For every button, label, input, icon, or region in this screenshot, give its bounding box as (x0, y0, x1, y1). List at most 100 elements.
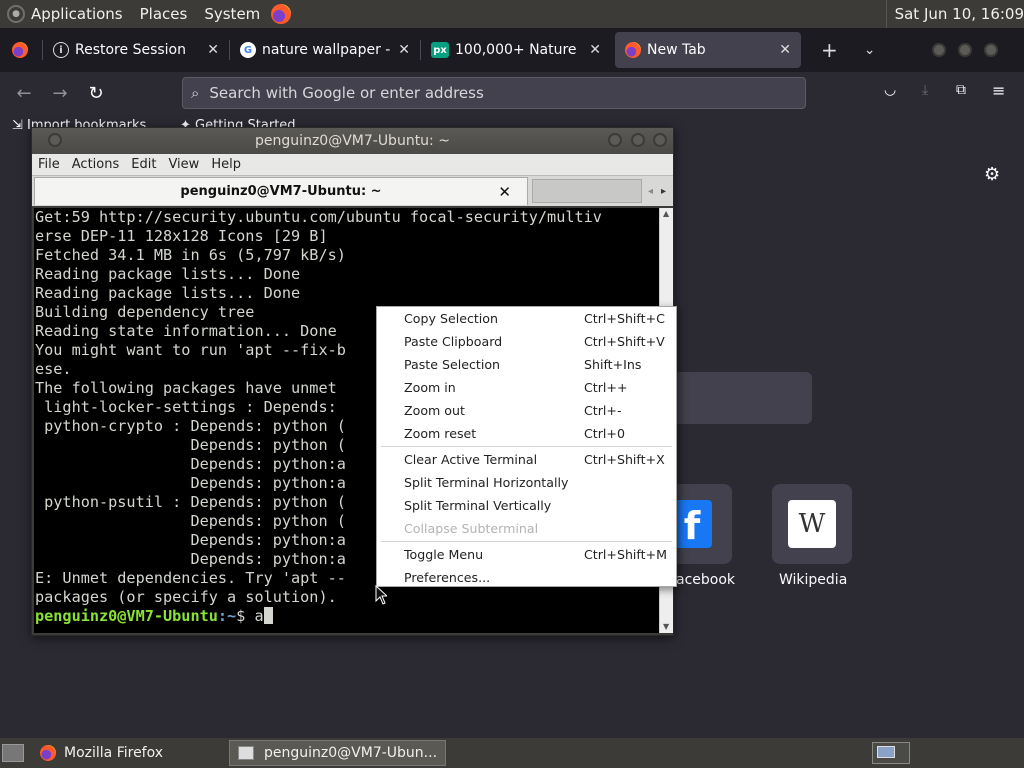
close-tab-icon[interactable]: ✕ (589, 42, 601, 58)
taskbar-item-terminal[interactable]: penguinz0@VM7-Ubun... (229, 740, 447, 766)
terminal-menubar: File Actions Edit View Help (32, 154, 673, 176)
terminal-line: Reading package lists... Done (35, 265, 301, 283)
reload-icon[interactable]: ↻ (78, 83, 114, 104)
menu-places[interactable]: Places (140, 5, 188, 23)
tab-title: 100,000+ Nature Wa (455, 42, 581, 58)
tab-new-tab[interactable]: New Tab ✕ (615, 32, 801, 68)
menu-item-label: Preferences... (404, 570, 491, 585)
tab-scroll-right-icon[interactable]: ▸ (661, 186, 666, 197)
menu-item-shortcut: Ctrl+Shift+C (584, 311, 665, 326)
wikipedia-icon: W (788, 500, 836, 548)
menu-applications[interactable]: Applications (31, 5, 123, 23)
top-panel: ● Applications Places System Sat Jun 10,… (0, 0, 1024, 28)
tab-nature-wallpaper[interactable]: G nature wallpaper - C ✕ (230, 32, 420, 68)
menu-item-clear-active-terminal[interactable]: Clear Active Terminal Ctrl+Shift+X (377, 448, 676, 471)
search-icon: ⌕ (191, 84, 200, 102)
menu-item-split-vertically[interactable]: Split Terminal Vertically (377, 494, 676, 517)
maximize-window-icon[interactable] (957, 43, 972, 57)
menu-item-split-horizontally[interactable]: Split Terminal Horizontally (377, 471, 676, 494)
show-desktop-icon[interactable] (2, 744, 24, 762)
extensions-icon[interactable]: ⧉ (956, 82, 966, 98)
taskbar-item-firefox[interactable]: Mozilla Firefox (32, 740, 171, 766)
menu-item-label: Clear Active Terminal (404, 452, 538, 467)
mouse-pointer-icon (375, 585, 387, 605)
downloads-icon[interactable]: ⤓ (922, 82, 928, 98)
settings-gear-icon[interactable]: ⚙ (984, 164, 1000, 185)
forward-arrow-icon[interactable]: → (42, 83, 78, 104)
menu-separator (381, 541, 672, 542)
close-tab-icon[interactable]: ✕ (779, 42, 791, 58)
tab-title: New Tab (647, 42, 706, 58)
shortcut-label: Wikipedia (779, 572, 848, 588)
menu-item-zoom-out[interactable]: Zoom out Ctrl+- (377, 399, 676, 422)
tab-title: Restore Session (75, 42, 186, 58)
close-tab-icon[interactable]: ✕ (398, 42, 410, 58)
menu-view[interactable]: View (162, 157, 205, 172)
scroll-down-icon[interactable]: ▼ (663, 622, 669, 631)
pocket-icon[interactable]: ◡ (884, 82, 896, 98)
close-tab-icon[interactable]: ✕ (498, 183, 511, 201)
terminal-titlebar[interactable]: penguinz0@VM7-Ubuntu: ~ (32, 128, 673, 154)
firefox-view-icon[interactable] (12, 42, 28, 58)
close-window-icon[interactable] (983, 43, 998, 57)
firefox-icon (625, 42, 641, 58)
menu-item-shortcut: Ctrl++ (584, 380, 628, 395)
terminal-tabbar: penguinz0@VM7-Ubuntu: ~ ✕ ◂ ▸ (32, 176, 673, 206)
menu-help[interactable]: Help (205, 157, 247, 172)
new-tab-plus-icon[interactable]: + (821, 38, 838, 62)
clock[interactable]: Sat Jun 10, 16:09 (885, 0, 1024, 28)
tab-pexels[interactable]: px 100,000+ Nature Wa ✕ (421, 32, 611, 68)
prompt-symbol: $ (236, 607, 255, 625)
address-bar[interactable]: ⌕ Search with Google or enter address (182, 77, 806, 109)
menu-item-preferences[interactable]: Preferences... (377, 566, 676, 589)
menu-item-toggle-menu[interactable]: Toggle Menu Ctrl+Shift+M (377, 543, 676, 566)
gnome-logo-icon[interactable]: ● (7, 5, 25, 23)
menu-actions[interactable]: Actions (66, 157, 126, 172)
terminal-tab[interactable]: penguinz0@VM7-Ubuntu: ~ ✕ (34, 177, 528, 205)
menu-item-copy-selection[interactable]: Copy Selection Ctrl+Shift+C (377, 307, 676, 330)
menu-item-label: Copy Selection (404, 311, 498, 326)
menu-item-zoom-reset[interactable]: Zoom reset Ctrl+0 (377, 422, 676, 445)
terminal-line: erse DEP-11 128x128 Icons [29 B] (35, 227, 328, 245)
google-icon: G (240, 42, 256, 58)
menu-item-label: Toggle Menu (404, 547, 484, 562)
firefox-icon (40, 745, 56, 761)
menu-item-collapse-subterminal: Collapse Subterminal (377, 517, 676, 540)
shortcut-wikipedia-tile[interactable]: W (772, 484, 852, 564)
tab-scroll-left-icon[interactable]: ◂ (648, 186, 653, 197)
menu-file[interactable]: File (32, 157, 66, 172)
menu-item-zoom-in[interactable]: Zoom in Ctrl++ (377, 376, 676, 399)
menu-item-shortcut: Ctrl+Shift+V (584, 334, 665, 349)
firefox-launcher-icon[interactable] (271, 4, 292, 24)
hamburger-menu-icon[interactable]: ≡ (992, 81, 1005, 100)
menu-separator (381, 446, 672, 447)
prompt-user: penguinz0@VM7-Ubuntu (35, 607, 218, 625)
menu-item-label: Paste Clipboard (404, 334, 503, 349)
prompt-path: :~ (217, 607, 237, 625)
menu-system[interactable]: System (204, 5, 260, 23)
close-tab-icon[interactable]: ✕ (207, 42, 219, 58)
terminal-tab-title: penguinz0@VM7-Ubuntu: ~ (180, 184, 382, 199)
back-arrow-icon[interactable]: ← (6, 83, 42, 104)
window-menu-icon[interactable] (48, 133, 62, 147)
workspace-switcher-icon[interactable] (872, 742, 910, 764)
menu-item-label: Zoom reset (404, 426, 477, 441)
menu-item-paste-clipboard[interactable]: Paste Clipboard Ctrl+Shift+V (377, 330, 676, 353)
menu-item-label: Zoom in (404, 380, 456, 395)
pexels-icon: px (431, 42, 449, 58)
maximize-window-icon[interactable] (630, 133, 645, 147)
close-window-icon[interactable] (653, 133, 667, 147)
menu-edit[interactable]: Edit (125, 157, 162, 172)
menu-item-shortcut: Shift+Ins (584, 357, 642, 372)
terminal-window-title: penguinz0@VM7-Ubuntu: ~ (255, 133, 450, 149)
menu-item-label: Split Terminal Horizontally (404, 475, 569, 490)
scroll-up-icon[interactable]: ▲ (663, 209, 669, 218)
terminal-prompt-line: penguinz0@VM7-Ubuntu:~$ a (34, 607, 659, 626)
tab-restore-session[interactable]: i Restore Session ✕ (43, 32, 229, 68)
address-placeholder: Search with Google or enter address (209, 84, 484, 102)
menu-item-paste-selection[interactable]: Paste Selection Shift+Ins (377, 353, 676, 376)
minimize-window-icon[interactable] (931, 43, 946, 57)
list-tabs-chevron-icon[interactable]: ⌄ (864, 42, 876, 58)
menu-item-shortcut: Ctrl+Shift+X (584, 452, 665, 467)
minimize-window-icon[interactable] (608, 133, 623, 147)
